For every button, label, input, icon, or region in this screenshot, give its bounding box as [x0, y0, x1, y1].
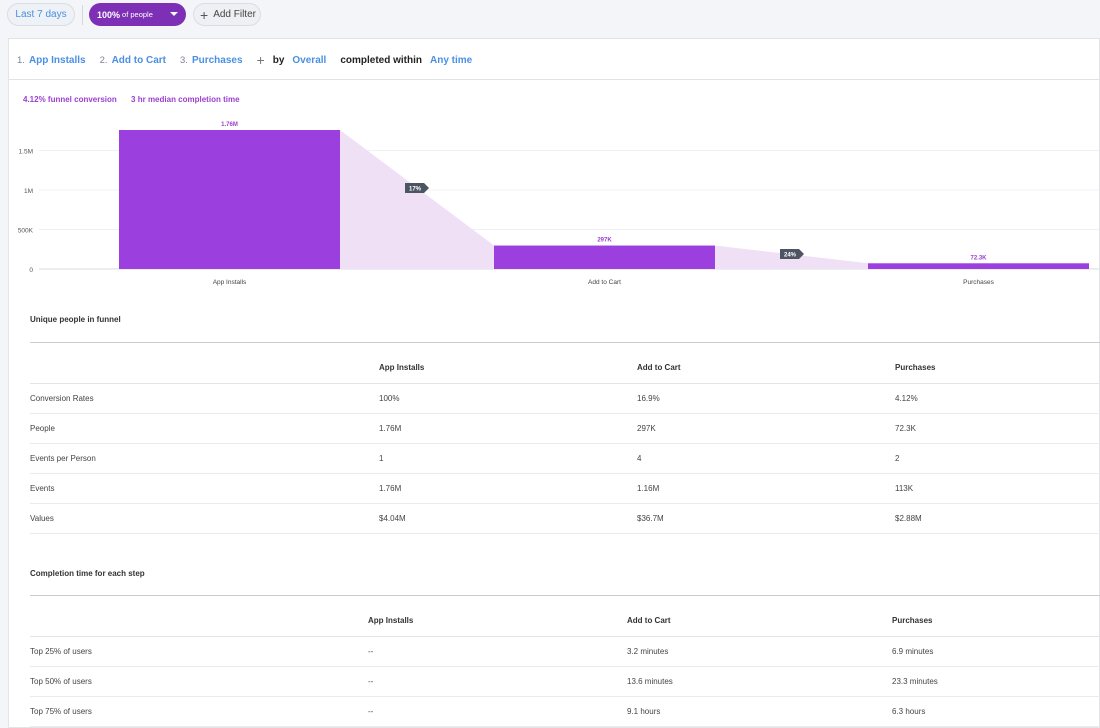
table-cell: 6.3 hours	[892, 696, 1100, 727]
step-number: 3.	[180, 54, 188, 66]
table-cell: 6.9 minutes	[892, 636, 1100, 667]
date-range-button[interactable]: Last 7 days	[7, 3, 75, 26]
completed-within-label: completed within	[340, 54, 422, 66]
by-label: by	[272, 54, 285, 66]
people-table-title: Unique people in funnel	[30, 315, 121, 324]
bar-value-label: 72.3K	[970, 255, 987, 261]
add-filter-label: Add Filter	[213, 9, 256, 20]
table-row: Top 75% of users -- 9.1 hours 6.3 hours	[30, 696, 1100, 727]
add-filter-button[interactable]: + Add Filter	[193, 3, 261, 26]
table-cell: 9.1 hours	[627, 696, 892, 727]
row-label: Top 75% of users	[30, 696, 368, 727]
row-label: Events per Person	[30, 443, 379, 474]
filter-divider	[82, 5, 83, 25]
x-category-label: Add to Cart	[588, 279, 621, 286]
header-cell: Add to Cart	[627, 606, 892, 637]
table-row: Values $4.04M $36.7M $2.88M	[30, 503, 1100, 534]
table-cell: 297K	[637, 413, 895, 444]
funnel-bar	[119, 130, 340, 269]
median-completion-stat: 3 hr median completion time	[131, 95, 240, 104]
row-label: Events	[30, 473, 379, 504]
conversion-badge-label: 24%	[784, 252, 797, 258]
table-row: Top 50% of users -- 13.6 minutes 23.3 mi…	[30, 666, 1100, 697]
header-cell	[30, 353, 379, 384]
y-tick-label: 1.5M	[19, 149, 33, 156]
table-cell: 2	[895, 443, 1100, 474]
caret-down-icon	[170, 12, 178, 16]
table-cell: 13.6 minutes	[627, 666, 892, 697]
funnel-query-bar: 1. App Installs 2. Add to Cart 3. Purcha…	[17, 52, 486, 68]
completion-window-selector[interactable]: Any time	[430, 55, 472, 66]
funnel-summary: 4.12% funnel conversion 3 hr median comp…	[23, 95, 240, 104]
bar-value-label: 297K	[597, 238, 612, 244]
table-cell: $4.04M	[379, 503, 637, 534]
table-cell: --	[368, 666, 627, 697]
table-cell: 4	[637, 443, 895, 474]
header-cell: Purchases	[895, 353, 1100, 384]
step-add-to-cart[interactable]: Add to Cart	[112, 55, 166, 66]
header-cell: Add to Cart	[637, 353, 895, 384]
table-cell: --	[368, 636, 627, 667]
table-cell: 16.9%	[637, 383, 895, 414]
table-cell: 1.76M	[379, 413, 637, 444]
table-cell: 100%	[379, 383, 637, 414]
header-divider	[9, 79, 1100, 80]
table-cell: 23.3 minutes	[892, 666, 1100, 697]
y-tick-label: 500K	[18, 228, 34, 235]
table-row: People 1.76M 297K 72.3K	[30, 413, 1100, 444]
x-category-label: App Installs	[213, 279, 247, 286]
table-cell: 3.2 minutes	[627, 636, 892, 667]
people-table-rule	[30, 342, 1100, 343]
funnel-panel: 1. App Installs 2. Add to Cart 3. Purcha…	[8, 38, 1100, 728]
table-cell: 1.16M	[637, 473, 895, 504]
table-cell: $2.88M	[895, 503, 1100, 534]
people-table: App Installs Add to Cart Purchases Conve…	[30, 353, 1100, 534]
add-step-icon[interactable]: +	[257, 53, 265, 67]
people-suffix: of people	[122, 10, 153, 19]
x-category-label: Purchases	[963, 279, 994, 286]
table-row: Conversion Rates 100% 16.9% 4.12%	[30, 383, 1100, 414]
table-cell: 4.12%	[895, 383, 1100, 414]
filter-bar: Last 7 days 100% of people + Add Filter	[0, 0, 1100, 30]
plus-icon: +	[200, 6, 209, 23]
funnel-bar	[868, 263, 1089, 269]
row-label: People	[30, 413, 379, 444]
table-row: Top 25% of users -- 3.2 minutes 6.9 minu…	[30, 636, 1100, 667]
table-row: Events per Person 1 4 2	[30, 443, 1100, 474]
y-tick-label: 1M	[24, 188, 33, 195]
table-cell: 1.76M	[379, 473, 637, 504]
breakdown-selector[interactable]: Overall	[292, 55, 326, 66]
row-label: Conversion Rates	[30, 383, 379, 414]
table-row: Events 1.76M 1.16M 113K	[30, 473, 1100, 504]
row-label: Top 25% of users	[30, 636, 368, 667]
step-app-installs[interactable]: App Installs	[29, 55, 86, 66]
step-number: 1.	[17, 54, 25, 66]
step-number: 2.	[99, 54, 108, 66]
funnel-bar	[494, 245, 715, 269]
bar-value-label: 1.76M	[221, 122, 238, 128]
funnel-conversion-stat: 4.12% funnel conversion	[23, 95, 117, 104]
people-percent: 100%	[97, 9, 121, 20]
completion-table-title: Completion time for each step	[30, 569, 145, 578]
step-purchases[interactable]: Purchases	[192, 55, 243, 66]
completion-table: App Installs Add to Cart Purchases Top 2…	[30, 606, 1100, 727]
header-cell: Purchases	[892, 606, 1100, 637]
header-cell: App Installs	[368, 606, 627, 637]
table-header-row: App Installs Add to Cart Purchases	[30, 606, 1100, 637]
y-tick-label: 0	[29, 267, 33, 274]
completion-table-rule	[30, 595, 1100, 596]
row-label: Values	[30, 503, 379, 534]
table-cell: $36.7M	[637, 503, 895, 534]
table-cell: 72.3K	[895, 413, 1100, 444]
row-label: Top 50% of users	[30, 666, 368, 697]
table-cell: 1	[379, 443, 637, 474]
header-cell: App Installs	[379, 353, 637, 384]
people-segment-dropdown[interactable]: 100% of people	[89, 3, 186, 26]
funnel-chart: 0 500K 1M 1.5M 1.76M App Installs 297K Add to C…	[18, 122, 1099, 286]
table-header-row: App Installs Add to Cart Purchases	[30, 353, 1100, 384]
table-cell: --	[368, 696, 627, 727]
table-cell: 113K	[895, 473, 1100, 504]
header-cell	[30, 606, 368, 637]
conversion-badge-label: 17%	[409, 186, 422, 192]
